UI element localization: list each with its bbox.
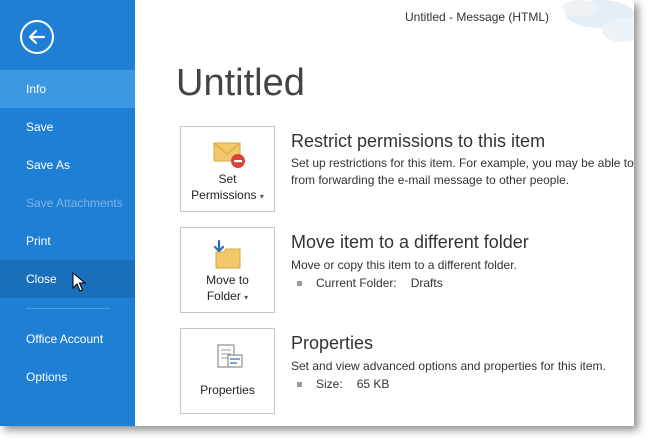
bullet-icon [297,281,302,287]
envelope-restrict-icon [213,142,245,168]
window-title: Untitled - Message (HTML) [405,10,550,24]
properties-label: Properties [200,383,255,397]
current-folder-value: Drafts [410,276,443,290]
sidebar-item-office-account[interactable]: Office Account [0,320,135,358]
move-to-folder-button[interactable]: Move to Folder ▾ [180,227,275,313]
size-detail: Size: 65 KB [297,377,389,391]
sidebar-item-info[interactable]: Info [0,70,135,108]
sidebar-item-save-as[interactable]: Save As [0,146,135,184]
page-title: Untitled [176,62,305,104]
bullet-icon [297,382,302,388]
set-permissions-label: Set Permissions ▾ [191,172,264,202]
properties-desc: Set and view advanced options and proper… [291,359,606,373]
sidebar-item-save[interactable]: Save [0,108,135,146]
size-value: 65 KB [356,377,390,391]
restrict-permissions-title: Restrict permissions to this item [291,131,546,151]
move-to-folder-label: Move to Folder ▾ [206,273,249,303]
size-label: Size: [316,377,343,391]
move-folder-icon [213,239,241,269]
sidebar-item-options[interactable]: Options [0,358,135,396]
sidebar-item-save-attachments: Save Attachments [26,196,123,210]
outlook-backstage-window: Info Save Save As Save Attachments Print… [0,0,634,426]
back-arrow-icon [28,29,46,45]
set-permissions-button[interactable]: Set Permissions ▾ [180,126,275,212]
properties-button[interactable]: Properties [180,328,275,414]
current-folder-label: Current Folder: [316,276,397,290]
restrict-permissions-desc-line1: Set up restrictions for this item. For e… [291,156,634,170]
sidebar-item-print[interactable]: Print [0,222,135,260]
back-button[interactable] [20,20,54,54]
sidebar-item-close[interactable]: Close [0,260,135,298]
current-folder-detail: Current Folder: Drafts [297,276,443,290]
title-bar-clouds-decoration [562,0,634,42]
move-item-desc: Move or copy this item to a different fo… [291,258,517,272]
mouse-pointer-icon [72,272,86,292]
move-item-title: Move item to a different folder [291,232,529,252]
restrict-permissions-desc-line2: from forwarding the e-mail message to ot… [291,173,570,187]
properties-title: Properties [291,333,374,353]
dropdown-caret-icon: ▾ [244,293,249,302]
properties-icon [217,344,243,368]
dropdown-caret-icon: ▾ [259,192,264,201]
backstage-sidebar: Info Save Save As Save Attachments Print… [0,0,135,426]
sidebar-divider [26,308,110,309]
